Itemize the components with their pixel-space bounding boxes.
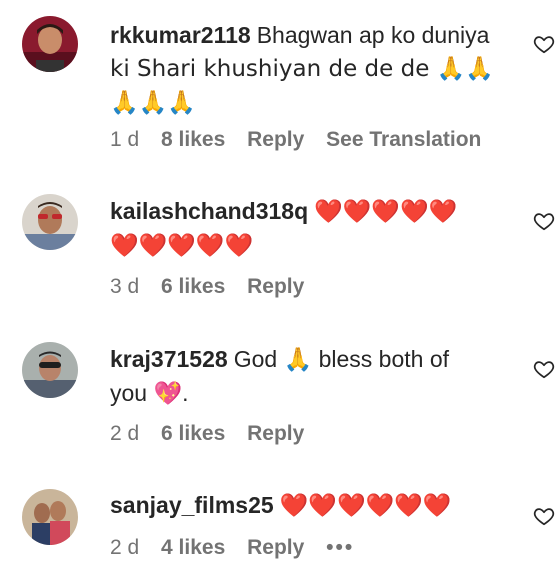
comment-line-1: kraj371528 God 🙏 bless both of <box>110 342 510 376</box>
reply-button[interactable]: Reply <box>247 534 304 562</box>
likes-count[interactable]: 4 likes <box>161 534 225 562</box>
avatar[interactable] <box>22 342 78 398</box>
like-button[interactable] <box>533 358 555 380</box>
more-options-icon[interactable]: ••• <box>326 534 354 562</box>
timestamp: 2 d <box>110 422 140 445</box>
timestamp: 2 d <box>110 536 140 559</box>
comment-meta: 2 d 6 likes Reply <box>110 420 320 448</box>
comment-body: God 🙏 bless both of <box>233 346 449 372</box>
reply-button[interactable]: Reply <box>247 126 304 154</box>
like-button[interactable] <box>533 33 555 55</box>
timestamp: 1 d <box>110 128 140 151</box>
comment-text: rkkumar2118 Bhagwan ap ko duniya ki Shari… <box>110 18 510 120</box>
reply-button[interactable]: Reply <box>247 420 304 448</box>
likes-count[interactable]: 6 likes <box>161 420 225 448</box>
likes-count[interactable]: 8 likes <box>161 126 225 154</box>
username[interactable]: rkkumar2118 <box>110 22 251 48</box>
heart-outline-icon <box>533 508 555 526</box>
heart-outline-icon <box>533 361 555 379</box>
comment-body: ❤️❤️❤️❤️❤️ <box>314 199 458 225</box>
comment-body-line-2: ki Shari khushiyan de de de 🙏🙏 <box>110 56 494 82</box>
avatar[interactable] <box>22 16 78 72</box>
like-button[interactable] <box>533 505 555 527</box>
comment-text: sanjay_films25 ❤️❤️❤️❤️❤️❤️ <box>110 488 510 523</box>
reply-button[interactable]: Reply <box>247 273 304 301</box>
likes-count[interactable]: 6 likes <box>161 273 225 301</box>
avatar[interactable] <box>22 194 78 250</box>
timestamp: 3 d <box>110 275 140 298</box>
comment-body: Bhagwan ap ko duniya <box>256 22 490 48</box>
comment-line-1: kailashchand318q ❤️❤️❤️❤️❤️ <box>110 194 510 229</box>
heart-outline-icon <box>533 213 555 231</box>
comment-meta: 2 d 4 likes Reply ••• <box>110 534 370 562</box>
username[interactable]: kraj371528 <box>110 346 228 372</box>
comment-line-1: rkkumar2118 Bhagwan ap ko duniya <box>110 18 510 52</box>
username[interactable]: kailashchand318q <box>110 198 308 224</box>
comment-meta: 3 d 6 likes Reply <box>110 273 320 301</box>
comment-body-line-2: ❤️❤️❤️❤️❤️ <box>110 233 254 259</box>
comment-body: ❤️❤️❤️❤️❤️❤️ <box>279 493 452 519</box>
comment-body-line-2: you 💖. <box>110 380 189 406</box>
comment-body-line-3: 🙏🙏🙏 <box>110 90 196 116</box>
comment-meta: 1 d 8 likes Reply See Translation <box>110 126 497 154</box>
username[interactable]: sanjay_films25 <box>110 492 274 518</box>
like-button[interactable] <box>533 210 555 232</box>
avatar[interactable] <box>22 489 78 545</box>
comment-text: kailashchand318q ❤️❤️❤️❤️❤️ ❤️❤️❤️❤️❤️ <box>110 194 510 263</box>
see-translation-button[interactable]: See Translation <box>326 126 481 154</box>
comment-text: kraj371528 God 🙏 bless both of you 💖. <box>110 342 510 410</box>
heart-outline-icon <box>533 36 555 54</box>
comment-line-1: sanjay_films25 ❤️❤️❤️❤️❤️❤️ <box>110 488 510 523</box>
